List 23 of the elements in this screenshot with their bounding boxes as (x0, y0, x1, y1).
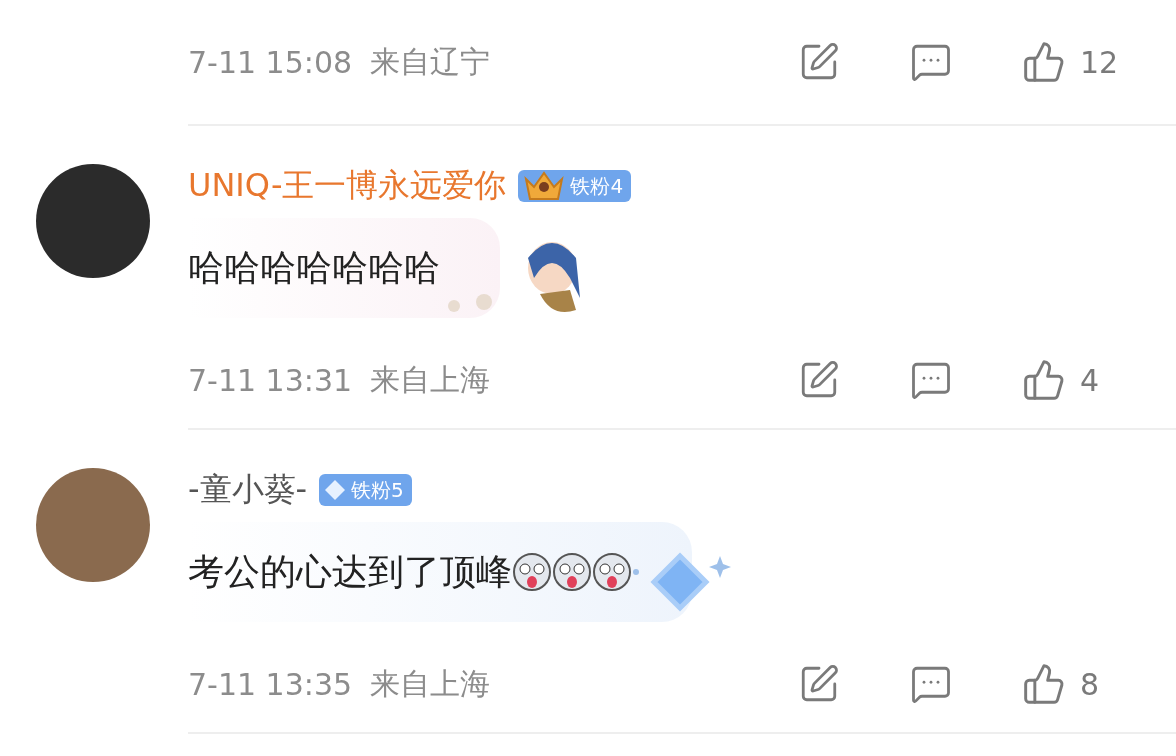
like-button[interactable]: 8 (1022, 662, 1140, 706)
comment-location: 来自上海 (370, 360, 491, 399)
comment-location: 来自辽宁 (370, 42, 491, 81)
thumbs-up-icon (1022, 358, 1066, 402)
user-name[interactable]: UNIQ-王一博永远爱你 (188, 164, 507, 208)
fan-badge: 铁粉5 (319, 474, 412, 506)
diamond-icon (323, 478, 348, 502)
comment-time: 7-11 13:31 (188, 362, 353, 398)
comment-time: 7-11 13:35 (188, 666, 353, 702)
thumbs-up-icon (1022, 40, 1066, 84)
fan-badge: 铁粉4 (518, 170, 632, 202)
like-button[interactable]: 12 (1022, 40, 1140, 84)
user-name[interactable]: -童小葵- (188, 468, 308, 512)
dog-emoji-icon (592, 552, 632, 592)
thumbs-up-icon (1022, 662, 1066, 706)
crown-icon (522, 169, 567, 203)
dog-emoji-icon (512, 552, 552, 592)
dog-emoji-icon (552, 552, 592, 592)
comment-text: 哈哈哈哈哈哈哈 (188, 245, 440, 290)
comment-text: 考公的心达到了顶峰 (188, 549, 512, 594)
like-button[interactable]: 4 (1022, 358, 1140, 402)
comment-location: 来自上海 (370, 664, 491, 703)
comment-time: 7-11 15:08 (188, 44, 353, 80)
